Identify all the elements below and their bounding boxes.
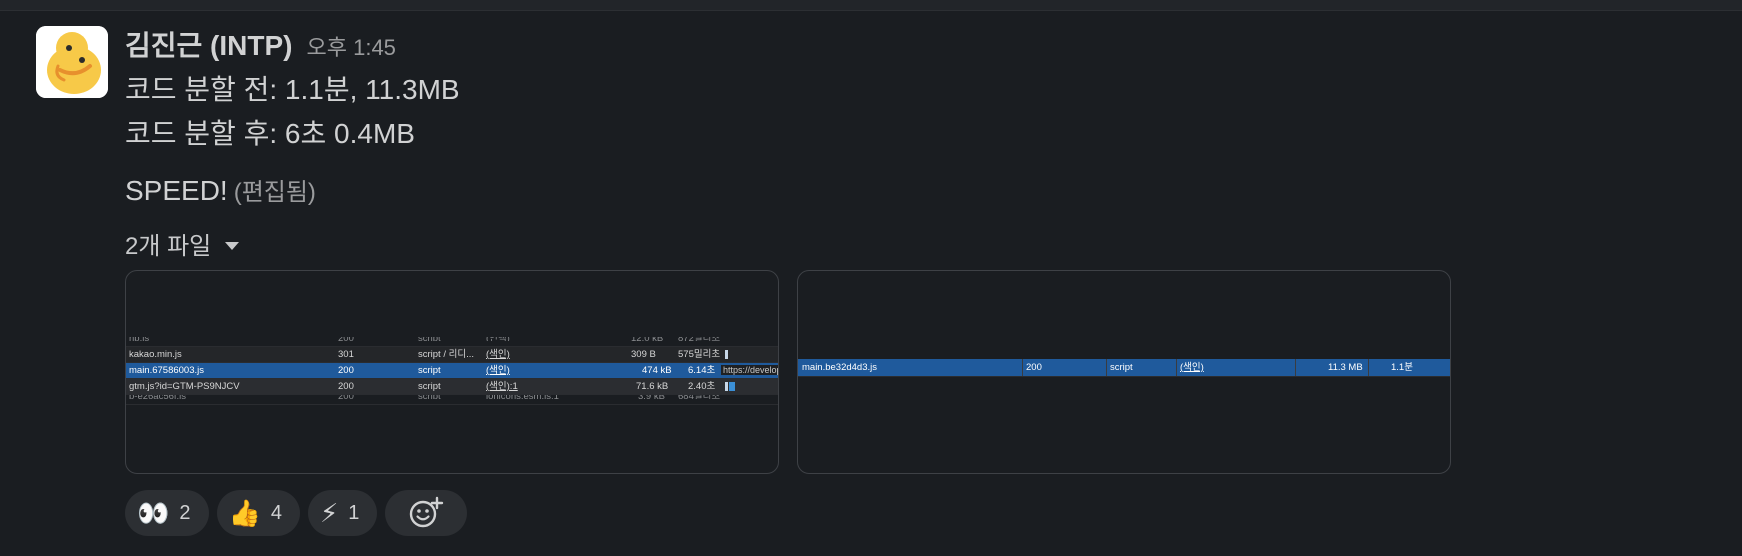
speed-text: SPEED! xyxy=(125,175,228,206)
file-preview-2[interactable]: main.be32d4d3.js 200 script (색인) 11.3 MB… xyxy=(797,270,1451,474)
add-reaction-button[interactable] xyxy=(385,490,468,536)
table-row: p-e26ac56f.js 200 script ionicons.esm.js… xyxy=(126,395,778,405)
url-tooltip: https://develop xyxy=(721,365,778,375)
duck-avatar-icon xyxy=(36,26,108,98)
message-line-before: 코드 분할 전: 1.1분, 11.3MB xyxy=(125,74,460,105)
table-row-selected: main.67586003.js 200 script (색인) 474 kB … xyxy=(126,363,778,379)
reaction-eyes[interactable]: 👀 2 xyxy=(125,490,209,536)
timestamp[interactable]: 오후 1:45 xyxy=(307,30,396,62)
message-header: 김진근 (INTP) 오후 1:45 xyxy=(125,24,396,64)
reaction-thumbs-up[interactable]: 👍 4 xyxy=(216,490,300,536)
reaction-lightning[interactable]: ⚡ 1 xyxy=(308,490,378,536)
table-row: hp.js 200 script (인덱) 12.0 kB 872밀리초 xyxy=(126,337,778,347)
reaction-count: 2 xyxy=(179,501,191,524)
network-table: main.be32d4d3.js 200 script (색인) 11.3 MB… xyxy=(798,359,1450,377)
table-row-selected: main.be32d4d3.js 200 script (색인) 11.3 MB… xyxy=(798,359,1450,377)
file-preview-1[interactable]: hp.js 200 script (인덱) 12.0 kB 872밀리초 kak… xyxy=(125,270,779,474)
reaction-count: 4 xyxy=(270,501,282,524)
thumbs-up-icon: 👍 xyxy=(228,498,261,528)
avatar[interactable] xyxy=(36,26,108,98)
author-name[interactable]: 김진근 (INTP) xyxy=(125,24,293,64)
eyes-icon: 👀 xyxy=(137,498,170,528)
lightning-icon: ⚡ xyxy=(320,498,339,528)
files-label: 2개 파일 xyxy=(125,233,212,260)
reactions-bar: 👀 2 👍 4 ⚡ 1 xyxy=(125,490,468,536)
top-divider xyxy=(0,0,1742,11)
network-table: hp.js 200 script (인덱) 12.0 kB 872밀리초 kak… xyxy=(126,337,778,405)
table-row: kakao.min.js 301 script / 리디... (색인) 309… xyxy=(126,347,778,363)
table-row: gtm.js?id=GTM-PS9NJCV 200 script (색인):1 … xyxy=(126,379,778,395)
add-emoji-icon xyxy=(410,496,444,528)
files-toggle[interactable]: 2개 파일 xyxy=(125,226,240,261)
message-line-after: 코드 분할 후: 6초 0.4MB xyxy=(125,118,415,149)
reaction-count: 1 xyxy=(348,501,360,524)
edited-label: (편집됨) xyxy=(233,179,316,206)
caret-down-icon xyxy=(225,241,240,250)
message-line-speed: SPEED! (편집됨) xyxy=(125,172,316,207)
